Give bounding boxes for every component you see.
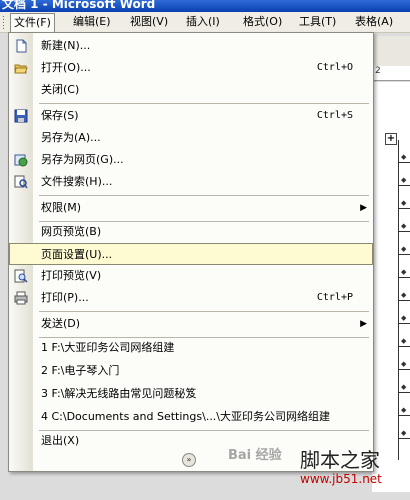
menu-item-save-as-webpage[interactable]: 另存为网页(G)... [9, 149, 373, 171]
site-url: www.jb51.net [300, 472, 382, 486]
title-bar: 文档 1 - Microsoft Word [0, 0, 410, 12]
menu-item-label: 保存(S) [41, 109, 79, 122]
window-title: 文档 1 - Microsoft Word [2, 0, 156, 11]
menu-item-shortcut: Ctrl+S [316, 110, 353, 121]
menu-table[interactable]: 表格(A) [352, 14, 396, 30]
menu-item-file-search[interactable]: 文件搜索(H)... [9, 171, 373, 193]
menu-separator [39, 311, 369, 312]
menu-item-shortcut: Ctrl+P [316, 292, 353, 303]
menu-item-new[interactable]: 新建(N)... [9, 35, 373, 57]
menu-edit[interactable]: 编辑(E) [70, 14, 114, 30]
menu-item-label: 发送(D) [41, 317, 81, 330]
toolbar-grip-handle[interactable] [2, 15, 5, 29]
menu-item-label: 另存为(A)... [41, 131, 101, 144]
menu-item-label: 打开(O)... [41, 61, 91, 74]
menu-item-label: 新建(N)... [41, 39, 91, 52]
formatting-toolbar [372, 36, 410, 67]
menu-item-label: 2 F:\电子琴入门 [41, 364, 120, 377]
menu-item-label: 退出(X) [41, 434, 80, 447]
menu-tools[interactable]: 工具(T) [296, 14, 339, 30]
menu-separator [39, 103, 369, 104]
menu-item-close[interactable]: 关闭(C) [9, 79, 373, 101]
printer-icon [14, 291, 28, 305]
menu-item-label: 权限(M) [41, 201, 82, 214]
recent-file-3[interactable]: 3 F:\解决无线路由常见问题秘笈 [9, 383, 373, 405]
menu-item-label: 3 F:\解决无线路由常见问题秘笈 [41, 387, 197, 400]
baidu-watermark: Bai 经验 [228, 448, 282, 463]
menu-item-label: 页面设置(U)... [41, 248, 113, 261]
menu-item-save[interactable]: 保存(S) Ctrl+S [9, 105, 373, 127]
menu-bar: 文件(F) 编辑(E) 视图(V) 插入(I) 格式(O) 工具(T) 表格(A… [0, 12, 410, 33]
menu-item-print-preview[interactable]: 打印预览(V) [9, 265, 373, 287]
menu-item-page-setup[interactable]: 页面设置(U)... [9, 243, 373, 265]
recent-file-2[interactable]: 2 F:\电子琴入门 [9, 360, 373, 382]
menu-item-label: 文件搜索(H)... [41, 175, 113, 188]
site-watermark: 脚本之家 www.jb51.net [300, 448, 382, 486]
menu-item-label: 另存为网页(G)... [41, 153, 124, 166]
save-as-webpage-icon [14, 154, 28, 167]
table-move-handle-icon[interactable]: + [385, 133, 397, 145]
print-preview-icon [14, 269, 28, 283]
menu-item-send[interactable]: 发送(D) ▶ [9, 313, 373, 335]
menu-item-shortcut: Ctrl+O [316, 62, 353, 73]
file-menu-dropdown: 新建(N)... 打开(O)... Ctrl+O 关闭(C) 保存(S) Ctr… [8, 32, 374, 472]
menu-separator [39, 195, 369, 196]
recent-file-4[interactable]: 4 C:\Documents and Settings\...\大亚印务公司网络… [9, 406, 373, 428]
menu-item-label: 打印预览(V) [41, 269, 102, 282]
file-search-icon [14, 175, 28, 189]
menu-item-save-as[interactable]: 另存为(A)... [9, 127, 373, 149]
menu-item-permission[interactable]: 权限(M) ▶ [9, 197, 373, 219]
menu-item-print[interactable]: 打印(P)... Ctrl+P [9, 287, 373, 309]
menu-item-label: 打印(P)... [41, 291, 89, 304]
menu-file[interactable]: 文件(F) [10, 13, 55, 33]
menu-format[interactable]: 格式(O) [240, 14, 285, 30]
site-name: 脚本之家 [300, 448, 380, 472]
expand-menu-icon[interactable]: » [182, 453, 196, 467]
menu-item-open[interactable]: 打开(O)... Ctrl+O [9, 57, 373, 79]
table-row-markers: ◆ ◆ ◆ ◆ ◆ ◆ ◆ ◆ ◆ ◆ ◆ ◆ ◆ [401, 153, 407, 437]
menu-view[interactable]: 视图(V) [127, 14, 171, 30]
menu-item-label: 关闭(C) [41, 83, 80, 96]
menu-item-label: 4 C:\Documents and Settings\...\大亚印务公司网络… [41, 410, 331, 423]
save-disk-icon [14, 109, 28, 123]
new-document-icon [16, 39, 27, 53]
open-folder-icon [14, 64, 28, 74]
menu-insert[interactable]: 插入(I) [183, 14, 223, 30]
menu-item-web-preview[interactable]: 网页预览(B) [9, 221, 373, 243]
submenu-arrow-icon: ▶ [360, 203, 367, 213]
menu-item-label: 1 F:\大亚印务公司网络组建 [41, 341, 175, 354]
submenu-arrow-icon: ▶ [360, 319, 367, 329]
ruler-number: 2 [375, 66, 381, 76]
menu-item-label: 网页预览(B) [41, 225, 102, 238]
recent-file-1[interactable]: 1 F:\大亚印务公司网络组建 [9, 337, 373, 359]
horizontal-ruler[interactable]: 2 [372, 66, 410, 81]
